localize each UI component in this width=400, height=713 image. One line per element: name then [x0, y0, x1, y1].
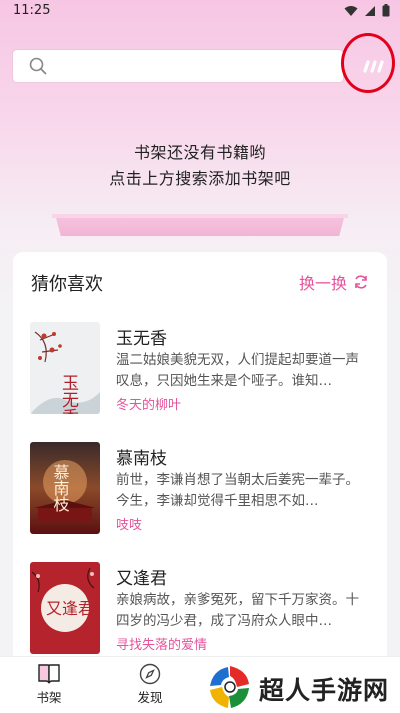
book-title: 玉无香 [116, 329, 167, 349]
book-description: 温二姑娘美貌无双，人们提起却要道一声叹息，只因她生来是个哑子。谁知… [116, 352, 359, 389]
refresh-button[interactable]: 换一换 [299, 270, 369, 294]
book-description: 亲娘病故，亲爹冤死，留下千万家资。十四岁的冯少君，成了冯府众人眼中… [116, 592, 359, 629]
refresh-icon [355, 275, 367, 289]
book-author: 寻找失落的爱情 [116, 638, 208, 653]
signal-icon [365, 5, 375, 16]
book-cover[interactable]: 慕南枝 [30, 442, 100, 534]
search-input[interactable] [13, 50, 343, 82]
tab-label: 书架 [36, 690, 62, 705]
book-author: 冬天的柳叶 [116, 398, 182, 413]
book-item[interactable]: 又逢君 又逢君 亲娘病故，亲爹冤死，留下千万家资。十四岁的冯少君，成了冯府众人眼… [30, 562, 380, 658]
search-icon [29, 57, 47, 75]
tab-bookshelf[interactable]: 书架 [19, 663, 79, 706]
cover-title: 慕南枝 [51, 464, 70, 512]
recommend-title: 猜你喜欢 [31, 274, 103, 295]
tab-label: 发现 [137, 690, 163, 705]
book-item[interactable]: 慕南枝 慕南枝 前世，李谦肖想了当朝太后姜宪一辈子。今生，李谦却觉得千里相思不如… [30, 442, 380, 538]
status-bar: 11:25 [0, 0, 400, 24]
empty-shelf-line1: 书架还没有书籍哟 [133, 143, 266, 162]
book-title: 又逢君 [116, 569, 167, 589]
book-cover[interactable]: 玉无香 [30, 322, 100, 414]
book-description: 前世，李谦肖想了当朝太后姜宪一辈子。今生，李谦却觉得千里相思不如… [116, 472, 359, 509]
book-title: 慕南枝 [116, 449, 167, 469]
recommend-card: 猜你喜欢 换一换 玉无香 玉无香 温二姑娘美貌无双，人们提起却要道一声叹息，只因… [13, 252, 387, 672]
battery-icon [382, 4, 390, 17]
watermark-logo [210, 666, 249, 708]
wifi-icon [344, 5, 358, 16]
book-cover[interactable]: 又逢君 [30, 562, 100, 654]
empty-shelf-line2: 点击上方搜索添加书架吧 [109, 169, 291, 188]
compass-icon [139, 663, 161, 685]
book-author: 吱吱 [116, 518, 143, 533]
cover-title: 又逢君 [46, 599, 94, 618]
shelf-top-edge [52, 214, 348, 218]
book-item[interactable]: 玉无香 玉无香 温二姑娘美貌无双，人们提起却要道一声叹息，只因她生来是个哑子。谁… [30, 322, 380, 418]
tab-discover[interactable]: 发现 [120, 663, 180, 706]
watermark-text: 超人手游网 [259, 676, 390, 705]
highlight-circle [341, 33, 395, 93]
cover-title: 玉无香 [58, 374, 79, 414]
refresh-label: 换一换 [298, 274, 347, 293]
status-icons [344, 4, 390, 17]
watermark: 超人手游网 [205, 662, 400, 712]
book-icon [38, 664, 60, 684]
status-time: 11:25 [13, 3, 51, 18]
